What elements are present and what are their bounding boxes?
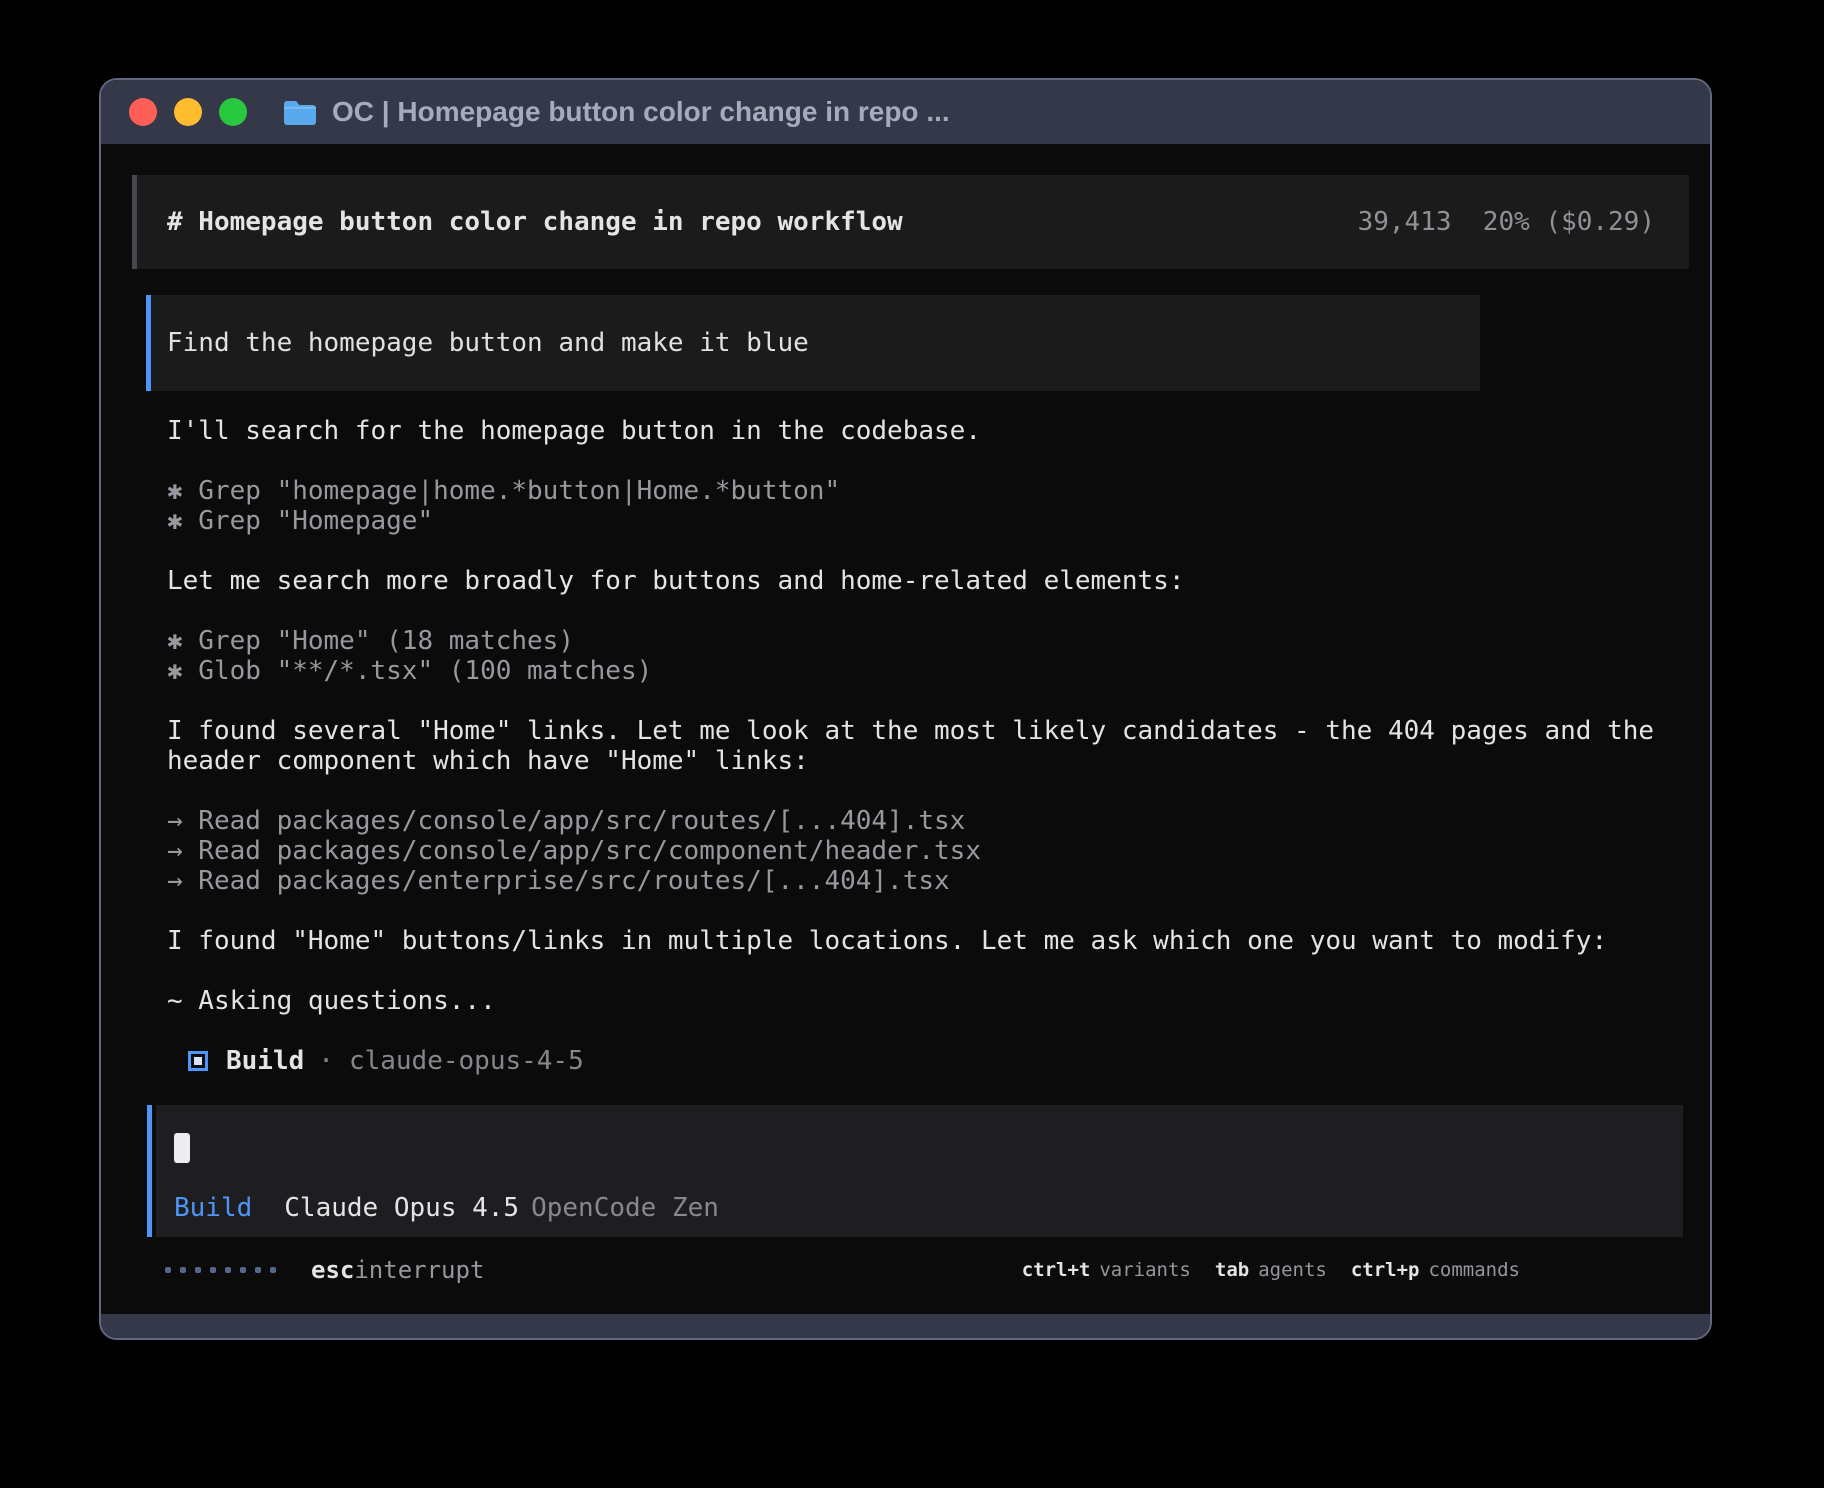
text-cursor xyxy=(174,1133,190,1163)
user-message-text: Find the homepage button and make it blu… xyxy=(167,328,809,358)
tool-call-grep: ✱ Grep "Home" (18 matches) xyxy=(167,626,1689,656)
tool-call-grep: ✱ Grep "homepage|home.*button|Home.*butt… xyxy=(167,476,1689,506)
assistant-status-text: ~ Asking questions... xyxy=(167,986,1689,1016)
model-row: Build Claude Opus 4.5 OpenCode Zen xyxy=(174,1193,1663,1223)
titlebar[interactable]: OC | Homepage button color change in rep… xyxy=(101,80,1710,144)
prompt-input[interactable]: Build Claude Opus 4.5 OpenCode Zen xyxy=(147,1105,1683,1237)
traffic-lights xyxy=(129,98,247,126)
assistant-text: I found several "Home" links. Let me loo… xyxy=(167,716,1689,746)
agent-status-row: Build · claude-opus-4-5 xyxy=(167,1046,1689,1076)
agent-name: Build xyxy=(226,1046,304,1076)
assistant-text: header component which have "Home" links… xyxy=(167,746,1689,776)
window-title: OC | Homepage button color change in rep… xyxy=(332,96,950,128)
terminal-window: OC | Homepage button color change in rep… xyxy=(99,78,1712,1340)
hint-commands: ctrl+p commands xyxy=(1351,1259,1520,1281)
terminal-content: # Homepage button color change in repo w… xyxy=(101,144,1710,1285)
tool-call-read: → Read packages/enterprise/src/routes/[.… xyxy=(167,866,1689,896)
separator-dot: · xyxy=(318,1046,334,1076)
status-left: esc interrupt xyxy=(165,1256,484,1284)
assistant-text: I found "Home" buttons/links in multiple… xyxy=(167,926,1689,956)
assistant-text: I'll search for the homepage button in t… xyxy=(167,416,1689,446)
hint-agents: tab agents xyxy=(1215,1259,1327,1281)
minimize-button[interactable] xyxy=(174,98,202,126)
tool-call-read: → Read packages/console/app/src/routes/[… xyxy=(167,806,1689,836)
tool-call-grep: ✱ Grep "Homepage" xyxy=(167,506,1689,536)
session-stats: 39,413 20% ($0.29) xyxy=(1358,207,1655,237)
window-footer xyxy=(101,1314,1710,1338)
hint-variants: ctrl+t variants xyxy=(1022,1259,1191,1281)
close-button[interactable] xyxy=(129,98,157,126)
composer-agent-label: Build xyxy=(174,1193,252,1223)
input-area[interactable]: Build Claude Opus 4.5 OpenCode Zen xyxy=(156,1105,1683,1237)
assistant-text: Let me search more broadly for buttons a… xyxy=(167,566,1689,596)
esc-label: interrupt xyxy=(354,1256,484,1284)
user-message: Find the homepage button and make it blu… xyxy=(146,295,1480,391)
zoom-button[interactable] xyxy=(219,98,247,126)
assistant-transcript: I'll search for the homepage button in t… xyxy=(167,416,1689,1076)
status-hints: ctrl+t variants tab agents ctrl+p comman… xyxy=(1022,1259,1520,1281)
esc-key: esc xyxy=(311,1256,354,1284)
composer-provider-label: OpenCode Zen xyxy=(531,1193,719,1223)
session-header: # Homepage button color change in repo w… xyxy=(132,175,1689,269)
agent-square-icon xyxy=(188,1051,208,1071)
status-bar: esc interrupt ctrl+t variants tab agents… xyxy=(132,1255,1689,1285)
folder-icon xyxy=(283,99,317,126)
tool-call-glob: ✱ Glob "**/*.tsx" (100 matches) xyxy=(167,656,1689,686)
composer-model-label: Claude Opus 4.5 xyxy=(284,1193,519,1223)
tool-call-read: → Read packages/console/app/src/componen… xyxy=(167,836,1689,866)
agent-model: claude-opus-4-5 xyxy=(349,1046,584,1076)
spinner-dots-icon xyxy=(165,1267,276,1273)
session-title: # Homepage button color change in repo w… xyxy=(167,207,903,237)
